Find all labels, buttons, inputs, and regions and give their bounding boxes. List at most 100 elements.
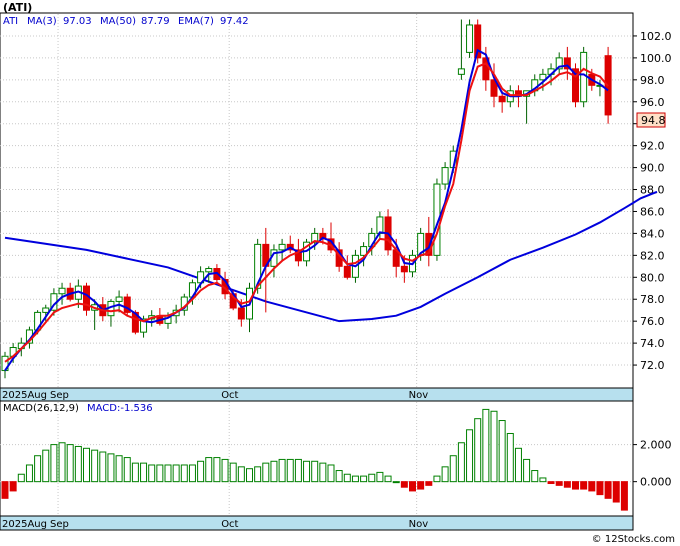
price-tick-label: 72.0 xyxy=(640,359,665,372)
macd-bar xyxy=(131,462,139,483)
macd-bar xyxy=(376,471,384,483)
macd-bar xyxy=(588,481,596,492)
date-label: Sep xyxy=(50,390,69,401)
macd-bar xyxy=(74,445,82,483)
macd-bar xyxy=(523,458,531,483)
macd-bar xyxy=(596,481,604,496)
macd-bar xyxy=(319,462,327,483)
macd-tick-label: 2.000 xyxy=(640,439,672,452)
macd-bar xyxy=(262,462,270,483)
macd-axis: 2.000 0.000 xyxy=(633,439,672,489)
macd-bar xyxy=(148,464,156,483)
macd-bar xyxy=(343,473,351,483)
macd-bar xyxy=(50,444,58,483)
candle-body xyxy=(580,51,588,103)
macd-bar xyxy=(180,464,188,483)
price-axis: 72.074.076.078.080.082.084.086.088.090.0… xyxy=(633,30,672,372)
date-label: Nov xyxy=(409,390,429,401)
macd-bar xyxy=(580,481,588,490)
price-tick-label: 82.0 xyxy=(640,249,665,262)
price-tick-label: 96.0 xyxy=(640,96,665,109)
macd-bar xyxy=(164,464,172,483)
candle-body xyxy=(58,287,66,295)
price-tick-label: 100.0 xyxy=(640,52,672,65)
macd-bar xyxy=(229,462,237,483)
candle-body xyxy=(115,296,123,302)
macd-bar xyxy=(107,453,115,483)
price-tick-label: 76.0 xyxy=(640,315,665,328)
stock-chart: 72.074.076.078.080.082.084.086.088.090.0… xyxy=(0,1,675,545)
candle-body xyxy=(42,307,50,313)
macd-bar xyxy=(351,475,359,483)
macd-value: MACD:-1.536 xyxy=(87,403,153,414)
macd-bar xyxy=(123,457,131,483)
candle-body xyxy=(498,95,506,103)
macd-bar xyxy=(294,458,302,483)
macd-bar xyxy=(140,462,148,483)
date-label: 2025Aug xyxy=(2,519,47,530)
macd-bar xyxy=(506,432,514,483)
macd-bar xyxy=(172,464,180,483)
macd-bar xyxy=(205,457,213,483)
price-tick-label: 86.0 xyxy=(640,205,665,218)
last-price-label: 94.8 xyxy=(641,114,666,127)
macd-bar xyxy=(1,481,9,499)
macd-bar xyxy=(466,429,474,483)
date-label: Sep xyxy=(50,519,69,530)
macd-title: MACD(26,12,9) xyxy=(3,403,79,414)
price-tick-label: 102.0 xyxy=(640,30,672,43)
date-label: 2025Aug xyxy=(2,390,47,401)
macd-bar xyxy=(303,460,311,483)
macd-bar xyxy=(327,464,335,483)
watermark: © 12Stocks.com xyxy=(592,534,675,545)
chart-title: (ATI) xyxy=(3,1,32,14)
macd-bar xyxy=(66,444,74,483)
macd-bar xyxy=(270,460,278,483)
macd-bar xyxy=(115,455,123,483)
macd-bar xyxy=(254,466,262,483)
date-label: Nov xyxy=(409,519,429,530)
macd-bar xyxy=(384,475,392,483)
macd-bar xyxy=(286,458,294,483)
legend-item: MA(3) xyxy=(27,16,57,27)
macd-bar xyxy=(490,410,498,483)
macd-bar xyxy=(555,481,563,486)
candle-body xyxy=(205,268,213,273)
macd-bar xyxy=(368,473,376,483)
price-tick-label: 98.0 xyxy=(640,74,665,87)
macd-bar xyxy=(604,481,612,499)
legend-item: 87.79 xyxy=(141,16,170,27)
price-tick-label: 92.0 xyxy=(640,140,665,153)
price-panel-frame xyxy=(0,12,634,389)
date-label: Oct xyxy=(221,390,238,401)
candle-body xyxy=(441,167,449,185)
macd-bar xyxy=(17,473,25,483)
macd-bar xyxy=(9,481,17,492)
macd-bar xyxy=(91,449,99,483)
macd-bar xyxy=(392,481,400,484)
macd-bar xyxy=(498,420,506,483)
candle-body xyxy=(278,243,286,251)
macd-bar xyxy=(156,464,164,483)
candle-body xyxy=(466,24,474,53)
macd-bar xyxy=(58,442,66,483)
macd-bar xyxy=(474,418,482,483)
macd-bar xyxy=(99,451,107,483)
macd-bar xyxy=(409,481,416,492)
macd-bar xyxy=(449,455,457,483)
macd-bar xyxy=(335,470,343,483)
legend-item: 97.42 xyxy=(220,16,249,27)
macd-bar xyxy=(457,442,465,483)
macd-bar xyxy=(441,466,449,483)
macd-bar xyxy=(539,477,547,483)
macd-bar xyxy=(83,447,90,483)
macd-bar xyxy=(197,460,205,483)
candle-body xyxy=(343,265,351,278)
macd-bar xyxy=(563,481,571,488)
macd-bar xyxy=(188,464,196,483)
price-tick-label: 80.0 xyxy=(640,271,665,284)
macd-bar xyxy=(417,481,425,490)
legend-item: ATI xyxy=(3,16,18,27)
macd-bar xyxy=(612,481,620,503)
legend-item: 97.03 xyxy=(63,16,92,27)
